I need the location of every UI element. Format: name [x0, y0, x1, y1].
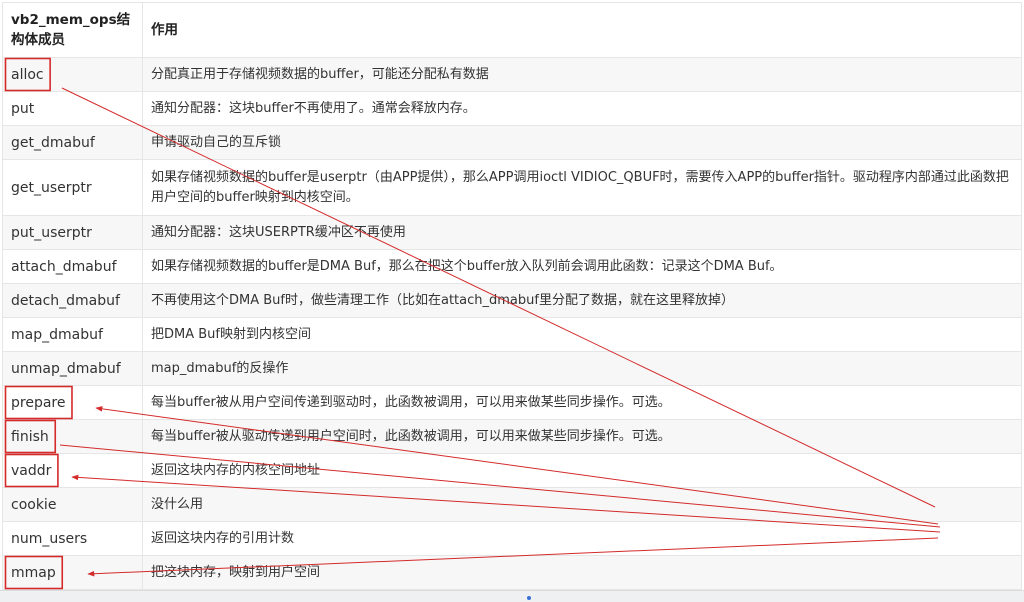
desc-cell: 没什么用: [142, 487, 1022, 522]
table-row: prepare 每当buffer被从用户空间传递到驱动时，此函数被调用，可以用来做…: [2, 385, 1022, 420]
member-cell-map-dmabuf: map_dmabuf: [2, 317, 143, 352]
member-cell-cookie: cookie: [2, 487, 143, 522]
member-cell-vaddr: vaddr: [2, 453, 143, 488]
desc-cell: map_dmabuf的反操作: [142, 351, 1022, 386]
table-row: get_userptr 如果存储视频数据的buffer是userptr（由APP提…: [2, 159, 1022, 216]
header-purpose-label: 作用: [151, 22, 178, 38]
document-page: vb2_mem_ops结构体成员 作用 alloc 分配真正用于存储视频数据的bu…: [0, 0, 1024, 602]
member-cell-num-users: num_users: [2, 521, 143, 556]
desc-cell: 分配真正用于存储视频数据的buffer，可能还分配私有数据: [142, 57, 1022, 92]
table-row: put_userptr 通知分配器：这块USERPTR缓冲区不再使用: [2, 215, 1022, 250]
member-cell-put-userptr: put_userptr: [2, 215, 143, 250]
table-row: attach_dmabuf 如果存储视频数据的buffer是DMA Buf，那么在…: [2, 249, 1022, 284]
desc-cell: 如果存储视频数据的buffer是userptr（由APP提供），那么APP调用i…: [142, 159, 1022, 216]
table-row: put 通知分配器：这块buffer不再使用了。通常会释放内存。: [2, 91, 1022, 126]
table-row: finish 每当buffer被从驱动传递到用户空间时，此函数被调用，可以用来做某…: [2, 419, 1022, 454]
member-cell-finish: finish: [2, 419, 143, 454]
desc-cell: 把DMA Buf映射到内核空间: [142, 317, 1022, 352]
desc-cell: 返回这块内存的内核空间地址: [142, 453, 1022, 488]
table-row: cookie 没什么用: [2, 487, 1022, 522]
desc-cell: 通知分配器：这块buffer不再使用了。通常会释放内存。: [142, 91, 1022, 126]
desc-cell: 通知分配器：这块USERPTR缓冲区不再使用: [142, 215, 1022, 250]
table-row: alloc 分配真正用于存储视频数据的buffer，可能还分配私有数据: [2, 57, 1022, 92]
table-row: mmap 把这块内存，映射到用户空间: [2, 555, 1022, 590]
desc-cell: 申请驱动自己的互斥锁: [142, 125, 1022, 160]
progress-dot-icon: [527, 596, 531, 600]
table-row: vaddr 返回这块内存的内核空间地址: [2, 453, 1022, 488]
table-row: num_users 返回这块内存的引用计数: [2, 521, 1022, 556]
member-cell-put: put: [2, 91, 143, 126]
desc-cell: 返回这块内存的引用计数: [142, 521, 1022, 556]
desc-cell: 如果存储视频数据的buffer是DMA Buf，那么在把这个buffer放入队列…: [142, 249, 1022, 284]
table-row: unmap_dmabuf map_dmabuf的反操作: [2, 351, 1022, 386]
desc-cell: 每当buffer被从驱动传递到用户空间时，此函数被调用，可以用来做某些同步操作。…: [142, 419, 1022, 454]
member-cell-attach-dmabuf: attach_dmabuf: [2, 249, 143, 284]
header-purpose: 作用: [142, 2, 1022, 58]
table-row: detach_dmabuf 不再使用这个DMA Buf时，做些清理工作（比如在at…: [2, 283, 1022, 318]
member-cell-get-userptr: get_userptr: [2, 159, 143, 216]
table-header-row: vb2_mem_ops结构体成员 作用: [2, 2, 1022, 58]
bottom-strip: [0, 590, 1024, 602]
member-cell-mmap: mmap: [2, 555, 143, 590]
desc-cell: 每当buffer被从用户空间传递到驱动时，此函数被调用，可以用来做某些同步操作。…: [142, 385, 1022, 420]
header-member: vb2_mem_ops结构体成员: [2, 2, 143, 58]
desc-cell: 把这块内存，映射到用户空间: [142, 555, 1022, 590]
member-cell-unmap-dmabuf: unmap_dmabuf: [2, 351, 143, 386]
table-row: map_dmabuf 把DMA Buf映射到内核空间: [2, 317, 1022, 352]
member-cell-alloc: alloc: [2, 57, 143, 92]
member-cell-prepare: prepare: [2, 385, 143, 420]
header-member-label: vb2_mem_ops结构体成员: [11, 12, 131, 48]
vb2-mem-ops-table: vb2_mem_ops结构体成员 作用 alloc 分配真正用于存储视频数据的bu…: [2, 2, 1022, 590]
desc-cell: 不再使用这个DMA Buf时，做些清理工作（比如在attach_dmabuf里分…: [142, 283, 1022, 318]
table-row: get_dmabuf 申请驱动自己的互斥锁: [2, 125, 1022, 160]
member-cell-get-dmabuf: get_dmabuf: [2, 125, 143, 160]
member-cell-detach-dmabuf: detach_dmabuf: [2, 283, 143, 318]
